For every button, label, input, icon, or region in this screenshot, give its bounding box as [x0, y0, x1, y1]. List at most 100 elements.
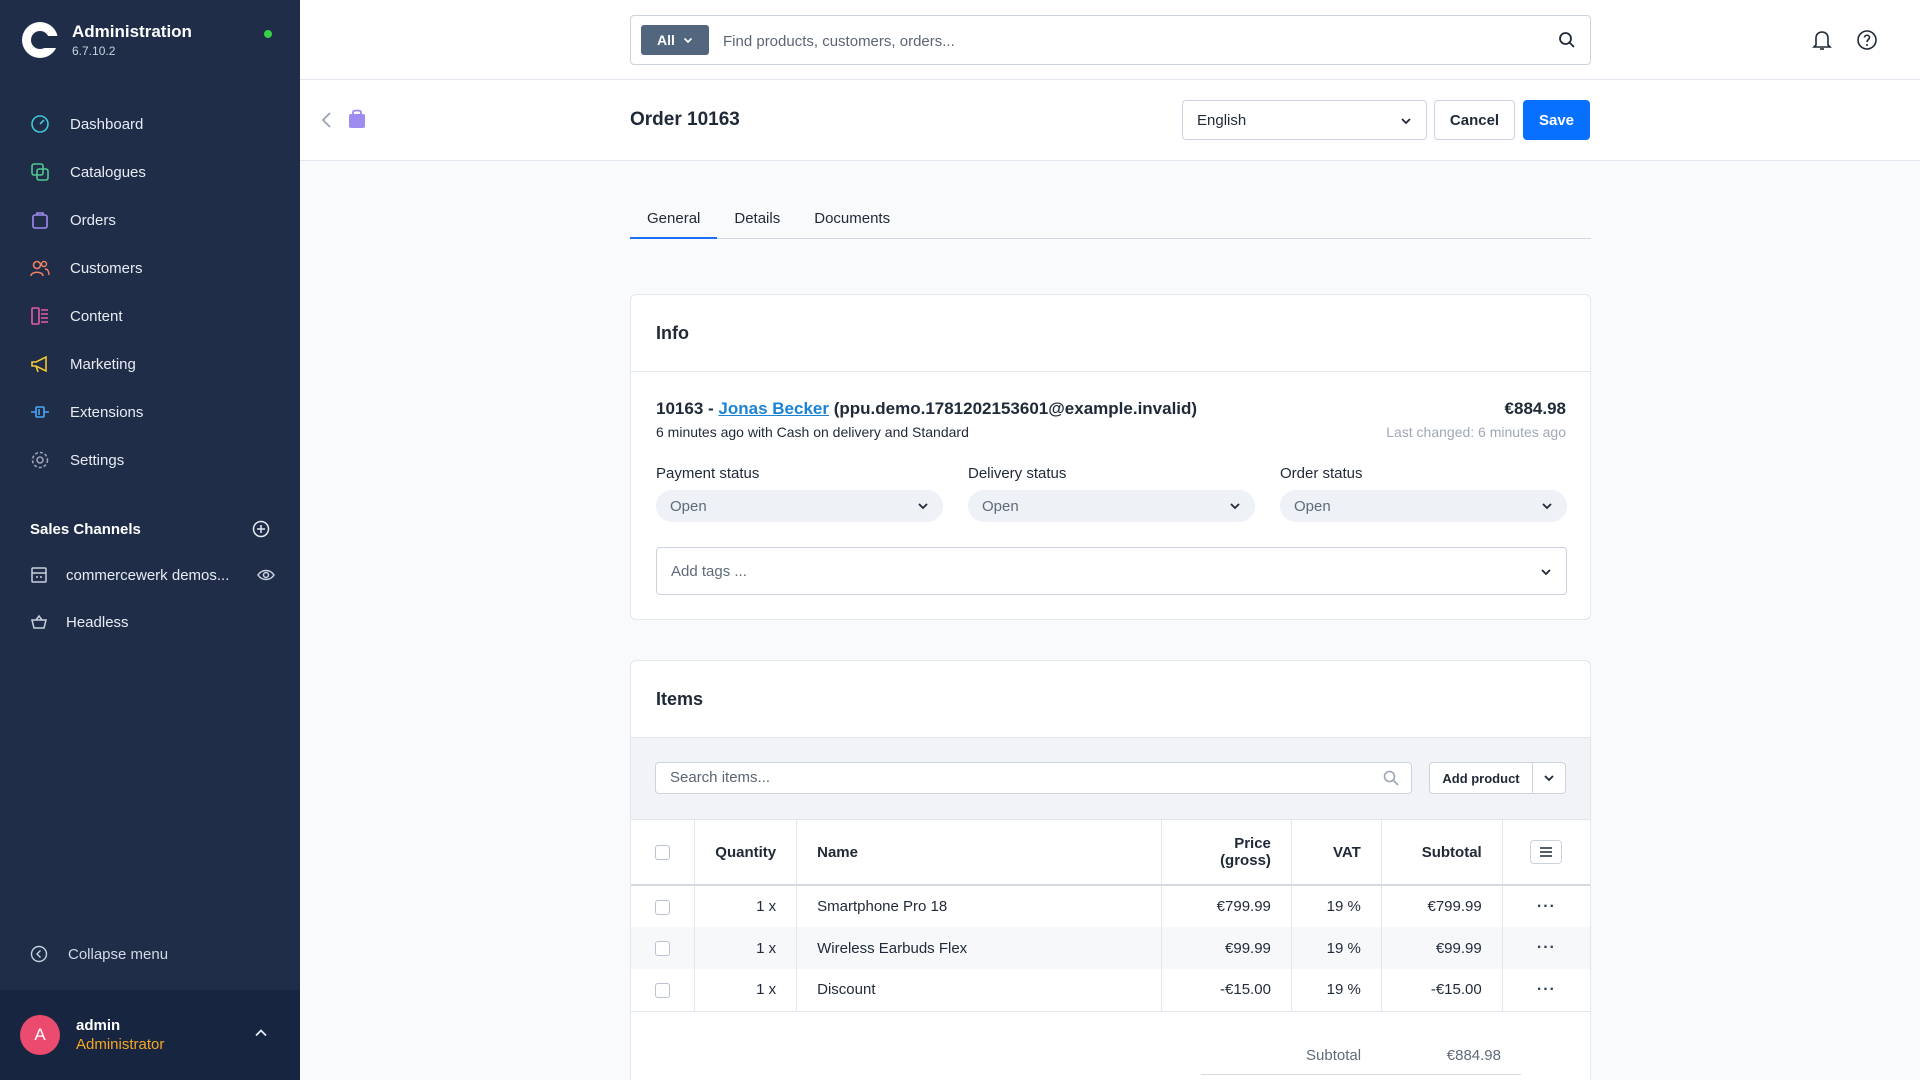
order-status-value: Open [1294, 497, 1331, 515]
search-scope-select[interactable]: All [641, 25, 709, 55]
search-icon[interactable] [1558, 31, 1576, 49]
top-bar: All [300, 0, 1920, 80]
sales-channel-item-storefront[interactable]: commercewerk demos... [30, 560, 275, 590]
collapse-menu-button[interactable]: Collapse menu [30, 945, 168, 963]
app-title: Administration [72, 22, 192, 41]
items-card-title: Items [656, 689, 704, 709]
sales-channel-label: Headless [66, 613, 129, 631]
column-header-quantity[interactable]: Quantity [694, 820, 798, 886]
order-status-select[interactable]: Open [1280, 490, 1567, 522]
row-actions-cell: ··· [1502, 927, 1590, 969]
megaphone-icon [31, 355, 47, 373]
row-checkbox[interactable] [655, 982, 671, 998]
order-total: €884.98 [1504, 399, 1566, 418]
cell-subtotal: -€15.00 [1381, 969, 1503, 1012]
search-icon[interactable] [1383, 770, 1399, 786]
select-all-checkbox[interactable] [655, 845, 671, 861]
cell-vat: 19 % [1291, 969, 1382, 1012]
tags-placeholder: Add tags ... [671, 562, 747, 580]
sidebar-item-marketing[interactable]: Marketing [0, 340, 300, 388]
sidebar-item-label: Catalogues [70, 163, 146, 181]
column-header-vat[interactable]: VAT [1291, 820, 1382, 886]
shopware-logo-icon [22, 22, 58, 58]
order-tabs: General Details Documents [630, 206, 1591, 239]
user-menu[interactable]: A admin Administrator [0, 990, 300, 1080]
tags-input[interactable]: Add tags ... [656, 547, 1567, 595]
sidebar-item-orders[interactable]: Orders [0, 196, 300, 244]
customer-link[interactable]: Jonas Becker [718, 399, 829, 418]
items-search-input[interactable] [670, 769, 1360, 786]
payment-status-label: Payment status [656, 465, 760, 482]
search-input[interactable] [723, 28, 1523, 54]
eye-icon[interactable] [257, 566, 275, 584]
chevron-up-icon[interactable] [254, 1026, 268, 1040]
tab-details[interactable]: Details [717, 206, 797, 239]
more-actions-icon[interactable]: ··· [1537, 898, 1556, 915]
tab-documents[interactable]: Documents [797, 206, 907, 239]
customer-email: (ppu.demo.1781202153601@example.invalid) [833, 399, 1198, 418]
last-changed: Last changed: 6 minutes ago [1386, 424, 1566, 440]
cell-price: €99.99 [1161, 927, 1292, 969]
more-actions-icon[interactable]: ··· [1537, 939, 1556, 956]
save-button[interactable]: Save [1523, 100, 1590, 140]
sidebar-item-settings[interactable]: Settings [0, 436, 300, 484]
cell-subtotal: €99.99 [1381, 927, 1503, 969]
column-settings-button[interactable] [1530, 840, 1563, 864]
help-icon[interactable] [1856, 29, 1878, 51]
payment-status-select[interactable]: Open [656, 490, 943, 522]
table-row: 1 x Smartphone Pro 18 €799.99 19 % €799.… [631, 885, 1590, 927]
app-version: 6.7.10.2 [72, 44, 116, 58]
sidebar-item-customers[interactable]: Customers [0, 244, 300, 292]
add-product-button[interactable]: Add product [1429, 762, 1533, 794]
order-summary-line: 10163 - Jonas Becker (ppu.demo.178120215… [656, 399, 1197, 419]
order-status-group: Order status Open [1280, 465, 1567, 522]
sidebar-item-content[interactable]: Content [0, 292, 300, 340]
delivery-status-group: Delivery status Open [968, 465, 1255, 522]
catalogue-icon [31, 163, 49, 181]
users-icon [30, 260, 50, 277]
column-header-name[interactable]: Name [796, 820, 1163, 886]
sidebar-item-label: Customers [70, 259, 143, 277]
back-arrow-icon[interactable] [320, 111, 334, 129]
cancel-button[interactable]: Cancel [1434, 100, 1515, 140]
add-product-dropdown-button[interactable] [1533, 762, 1566, 794]
sidebar-item-dashboard[interactable]: Dashboard [0, 100, 300, 148]
more-actions-icon[interactable]: ··· [1537, 981, 1556, 998]
sidebar-item-label: Marketing [70, 355, 136, 373]
delivery-status-select[interactable]: Open [968, 490, 1255, 522]
sidebar-item-catalogues[interactable]: Catalogues [0, 148, 300, 196]
chevron-down-icon [1230, 503, 1240, 510]
cell-price: €799.99 [1161, 885, 1292, 927]
sidebar-item-extensions[interactable]: Extensions [0, 388, 300, 436]
hamburger-icon [1540, 847, 1553, 857]
row-select-cell [631, 885, 696, 927]
collapse-arrow-icon [30, 945, 48, 963]
row-select-cell [631, 969, 696, 1012]
row-checkbox[interactable] [655, 899, 671, 915]
cell-name: Smartphone Pro 18 [796, 885, 1163, 927]
chevron-down-icon [1401, 118, 1411, 125]
cell-name: Wireless Earbuds Flex [796, 927, 1163, 969]
items-toolbar: Add product [631, 738, 1590, 820]
column-header-subtotal[interactable]: Subtotal [1381, 820, 1503, 886]
delivery-status-value: Open [982, 497, 1019, 515]
cell-price: -€15.00 [1161, 969, 1292, 1012]
column-header-price[interactable]: Price (gross) [1161, 820, 1292, 886]
cell-vat: 19 % [1291, 885, 1382, 927]
add-sales-channel-icon[interactable] [252, 520, 270, 538]
basket-icon [31, 614, 47, 629]
items-table: Quantity Name Price (gross) VAT Subtotal… [631, 820, 1590, 1012]
language-select[interactable]: English [1182, 100, 1427, 140]
tab-general[interactable]: General [630, 206, 718, 239]
sales-channel-label: commercewerk demos... [66, 566, 230, 584]
bell-icon[interactable] [1812, 29, 1832, 51]
sidebar-item-label: Extensions [70, 403, 144, 421]
sales-channels-header: Sales Channels [30, 520, 270, 538]
sales-channel-item-headless[interactable]: Headless [30, 607, 275, 637]
chevron-down-icon [1542, 503, 1552, 510]
row-checkbox[interactable] [655, 941, 671, 957]
gauge-icon [31, 115, 49, 133]
sidebar-item-label: Settings [70, 451, 125, 469]
cell-quantity: 1 x [694, 885, 798, 927]
sidebar-item-label: Content [70, 307, 123, 325]
